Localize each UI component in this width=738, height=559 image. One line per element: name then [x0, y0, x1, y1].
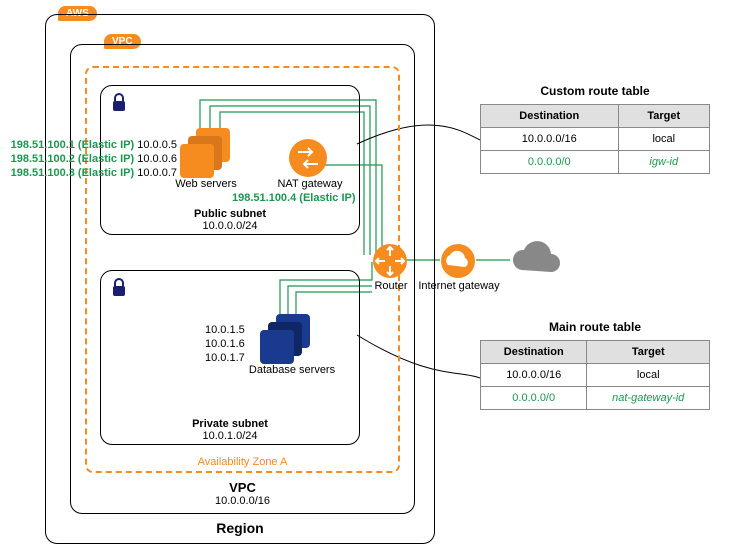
mt-h-dest: Destination [481, 341, 587, 364]
igw-label: Internet gateway [416, 280, 502, 292]
router-icon [372, 243, 408, 282]
db-ips: 10.0.1.5 10.0.1.6 10.0.1.7 [205, 323, 245, 365]
mt-r1-t: nat-gateway-id [587, 387, 710, 410]
eip-3: 198.51.100.3 (Elastic IP) [11, 167, 135, 179]
web-servers-icon [178, 126, 234, 181]
eip-1: 198.51.100.1 (Elastic IP) [11, 139, 135, 151]
ct-r1-d: 0.0.0.0/0 [481, 151, 619, 174]
igw-icon [440, 243, 476, 282]
public-subnet-labels: Public subnet 10.0.0.0/24 [100, 208, 360, 232]
az-label: Availability Zone A [85, 456, 400, 468]
db-ip-3: 10.0.1.7 [205, 351, 245, 365]
nat-label: NAT gateway [260, 178, 360, 190]
router-label: Router [366, 280, 416, 292]
vpc-cidr: 10.0.0.0/16 [70, 495, 415, 507]
web-servers-label: Web servers [175, 178, 237, 190]
ct-h-target: Target [618, 105, 709, 128]
eip-2: 198.51.100.2 (Elastic IP) [11, 153, 135, 165]
mt-r0-d: 10.0.0.0/16 [481, 364, 587, 387]
lock-icon-2 [110, 277, 128, 300]
private-subnet-label: Private subnet [100, 418, 360, 430]
custom-route-table-block: Custom route table DestinationTarget 10.… [480, 84, 710, 174]
mt-r0-t: local [587, 364, 710, 387]
db-servers-icon [258, 312, 314, 367]
ct-r0-d: 10.0.0.0/16 [481, 128, 619, 151]
main-route-table-block: Main route table DestinationTarget 10.0.… [480, 320, 710, 410]
main-route-table: DestinationTarget 10.0.0.0/16local 0.0.0… [480, 340, 710, 410]
vpc-label-block: VPC 10.0.0.0/16 [70, 480, 415, 507]
ip-3: 10.0.0.7 [137, 167, 177, 179]
web-eips: 198.51.100.1 (Elastic IP) 10.0.0.5 198.5… [2, 138, 177, 180]
lock-icon [110, 92, 128, 115]
main-table-title: Main route table [480, 320, 710, 334]
custom-table-title: Custom route table [480, 84, 710, 98]
ct-r1-t: igw-id [618, 151, 709, 174]
public-subnet-label: Public subnet [100, 208, 360, 220]
db-ip-1: 10.0.1.5 [205, 323, 245, 337]
mt-h-target: Target [587, 341, 710, 364]
private-subnet-cidr: 10.0.1.0/24 [100, 430, 360, 442]
custom-route-table: DestinationTarget 10.0.0.0/16local 0.0.0… [480, 104, 710, 174]
vpc-label: VPC [70, 480, 415, 495]
db-ip-2: 10.0.1.6 [205, 337, 245, 351]
private-subnet-labels: Private subnet 10.0.1.0/24 [100, 418, 360, 442]
public-subnet-cidr: 10.0.0.0/24 [100, 220, 360, 232]
nat-eip: 198.51.100.4 (Elastic IP) [232, 192, 356, 204]
mt-r1-d: 0.0.0.0/0 [481, 387, 587, 410]
ip-1: 10.0.0.5 [137, 139, 177, 151]
ip-2: 10.0.0.6 [137, 153, 177, 165]
cloud-icon [508, 238, 566, 281]
db-servers-label: Database servers [242, 364, 342, 376]
nat-gateway-icon [288, 138, 328, 181]
ct-h-dest: Destination [481, 105, 619, 128]
region-label: Region [45, 520, 435, 536]
ct-r0-t: local [618, 128, 709, 151]
